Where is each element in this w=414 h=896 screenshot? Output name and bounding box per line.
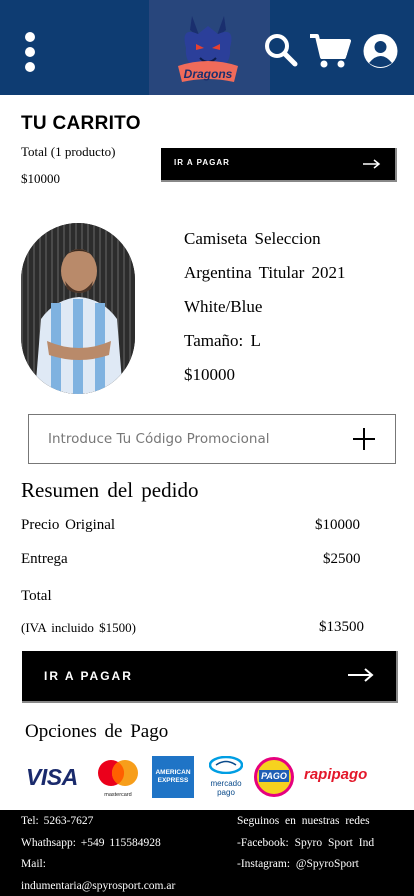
footer-facebook[interactable]: -Facebook: Spyro Sport Ind — [237, 837, 374, 849]
original-price-label: Precio Original — [21, 517, 116, 533]
footer-tel: Tel: 5263-7627 — [21, 815, 94, 827]
promo-code-input[interactable] — [48, 427, 338, 451]
product-name-line-2: Argentina Titular 2021 — [184, 263, 346, 282]
amex-text-2: EXPRESS — [157, 777, 189, 784]
mastercard-logo: mastercard — [97, 759, 139, 798]
plus-icon[interactable] — [353, 428, 375, 450]
cart-icon[interactable] — [309, 33, 351, 69]
amex-logo: AMERICAN EXPRESS — [152, 756, 194, 798]
pagofacil-text: PAGO — [259, 770, 289, 782]
footer-whatsapp: Whathsapp: +549 115584928 — [21, 837, 161, 849]
search-icon[interactable] — [264, 33, 298, 67]
arrow-right-icon — [348, 668, 374, 682]
pay-button-label: IR A PAGAR — [174, 158, 230, 167]
original-price-value: $10000 — [315, 517, 360, 533]
footer-mail[interactable]: indumentaria@spyrosport.com.ar — [21, 880, 175, 892]
promo-code-box — [28, 414, 396, 464]
pay-button-bottom[interactable]: IR A PAGAR — [22, 651, 398, 703]
cart-item-count: Total (1 producto) — [21, 144, 116, 159]
footer-mail-label: Mail: — [21, 858, 46, 870]
mercadopago-logo: mercado pago — [205, 755, 247, 798]
kebab-menu-icon[interactable] — [22, 32, 38, 72]
rapipago-logo: rapipago — [304, 766, 390, 788]
dragons-logo[interactable]: Dragons — [172, 8, 244, 88]
iva-label: (IVA incluido $1500) — [21, 620, 136, 635]
delivery-label: Entrega — [21, 551, 68, 567]
amex-text-1: AMERICAN — [155, 769, 191, 776]
product-size: Tamaño: L — [184, 331, 261, 350]
payment-logos: VISA mastercard AMERICAN EXPRESS mercado… — [25, 755, 390, 798]
app-header: Dragons — [0, 0, 414, 95]
product-name-line-1: Camiseta Seleccion — [184, 229, 321, 248]
user-icon[interactable] — [362, 33, 399, 69]
site-footer: Tel: 5263-7627 Whathsapp: +549 115584928… — [0, 810, 414, 896]
arrow-right-icon — [363, 159, 381, 169]
rapipago-text: rapipago — [304, 766, 368, 783]
total-value: $13500 — [319, 619, 364, 635]
pay-button-label: IR A PAGAR — [44, 669, 133, 683]
mercadopago-text-2: pago — [217, 788, 235, 797]
mercadopago-text-1: mercado — [210, 779, 242, 788]
cart-total: $10000 — [21, 171, 60, 186]
cart-title: TU CARRITO — [21, 113, 141, 134]
visa-text: VISA — [26, 764, 78, 790]
payment-options-title: Opciones de Pago — [25, 721, 169, 742]
visa-logo: VISA — [26, 764, 86, 790]
product-image[interactable] — [21, 223, 135, 394]
summary-title: Resumen del pedido — [21, 478, 199, 502]
footer-instagram[interactable]: -Instagram: @SpyroSport — [237, 858, 359, 870]
product-name-line-3: White/Blue — [184, 297, 263, 316]
footer-social-title: Seguinos en nuestras redes — [237, 815, 370, 827]
logo-text: Dragons — [184, 67, 233, 81]
delivery-value: $2500 — [323, 551, 361, 567]
pay-button-top[interactable]: IR A PAGAR — [161, 148, 397, 182]
product-price: $10000 — [184, 365, 235, 384]
total-label: Total — [21, 588, 52, 604]
pagofacil-logo: PAGO — [254, 757, 294, 797]
mastercard-text: mastercard — [104, 792, 132, 798]
